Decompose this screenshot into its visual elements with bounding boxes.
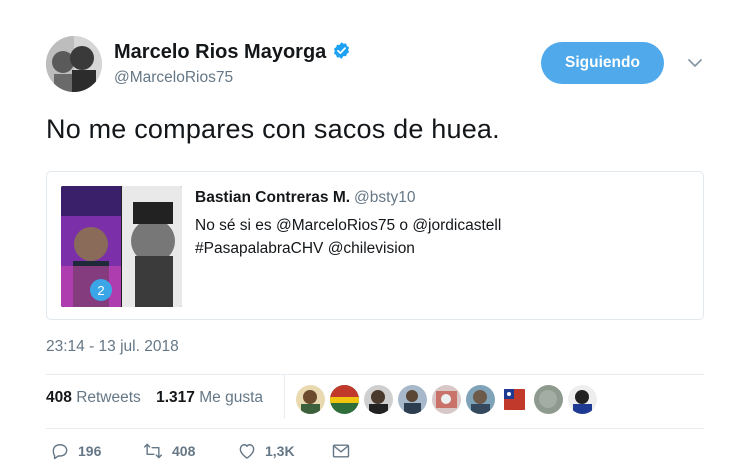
retweets-count: 408 — [46, 389, 72, 406]
likes-count: 1.317 — [156, 389, 195, 406]
envelope-icon — [332, 444, 350, 458]
likers-avatars — [296, 385, 602, 415]
retweets-stat[interactable]: 408 Retweets — [46, 389, 141, 407]
direct-message-button[interactable] — [331, 441, 359, 461]
like-button[interactable]: 1,3K — [237, 441, 295, 461]
avatar-image — [46, 36, 102, 92]
quoted-media-badge: 2 — [97, 283, 104, 298]
liker-avatar[interactable] — [330, 385, 359, 414]
heart-icon — [239, 444, 255, 459]
quoted-text-line-1: No sé si es @MarceloRios75 o @jordicaste… — [195, 217, 502, 234]
reply-icon — [52, 444, 68, 460]
divider-bottom — [46, 428, 704, 429]
retweets-label: Retweets — [76, 389, 141, 406]
quoted-tweet-text: No sé si es @MarceloRios75 o @jordicaste… — [195, 214, 685, 260]
liker-avatar[interactable] — [398, 385, 427, 414]
retweet-count: 408 — [172, 443, 196, 459]
liker-avatar[interactable] — [364, 385, 393, 414]
author-avatar[interactable] — [46, 36, 102, 92]
likes-label: Me gusta — [199, 389, 263, 406]
likes-stat[interactable]: 1.317 Me gusta — [156, 389, 263, 407]
author-name-text[interactable]: Marcelo Rios Mayorga — [114, 41, 326, 63]
tweet-timestamp[interactable]: 23:14 - 13 jul. 2018 — [46, 338, 179, 356]
reply-count: 196 — [78, 443, 102, 459]
following-button[interactable]: Siguiendo — [541, 42, 664, 84]
quoted-tweet-media[interactable]: 2 — [61, 186, 182, 307]
tweet-text: No me compares con sacos de huea. — [46, 114, 500, 144]
tweet-header: Marcelo Rios Mayorga @MarceloRios75 Sigu… — [46, 36, 716, 96]
reply-button[interactable]: 196 — [50, 441, 101, 461]
author-name[interactable]: Marcelo Rios Mayorga — [114, 41, 351, 64]
quoted-author-name[interactable]: Bastian Contreras M. — [195, 189, 350, 206]
chevron-down-icon[interactable] — [686, 56, 704, 70]
quoted-tweet-card[interactable]: 2 Bastian Contreras M. @bsty10 No sé si e… — [46, 171, 704, 320]
retweet-icon — [143, 443, 163, 459]
quoted-author[interactable]: Bastian Contreras M. @bsty10 — [195, 189, 415, 207]
quoted-author-handle[interactable]: @bsty10 — [354, 189, 415, 206]
author-handle[interactable]: @MarceloRios75 — [114, 69, 233, 87]
tweet-stats: 408 Retweets 1.317 Me gusta — [46, 389, 274, 407]
liker-avatar[interactable] — [534, 385, 563, 414]
stats-separator — [284, 375, 285, 419]
like-count: 1,3K — [265, 443, 295, 459]
divider-top — [46, 374, 704, 375]
quoted-text-line-2: #PasapalabraCHV @chilevision — [195, 240, 415, 257]
liker-avatar[interactable] — [500, 385, 529, 414]
quoted-media-image: 2 — [61, 186, 182, 307]
verified-badge-icon — [334, 42, 350, 59]
liker-avatar[interactable] — [568, 385, 597, 414]
tweet-actions: 196 408 1,3K — [46, 441, 446, 469]
liker-avatar[interactable] — [296, 385, 325, 414]
liker-avatar[interactable] — [432, 385, 461, 414]
retweet-button[interactable]: 408 — [142, 441, 195, 461]
liker-avatar[interactable] — [466, 385, 495, 414]
